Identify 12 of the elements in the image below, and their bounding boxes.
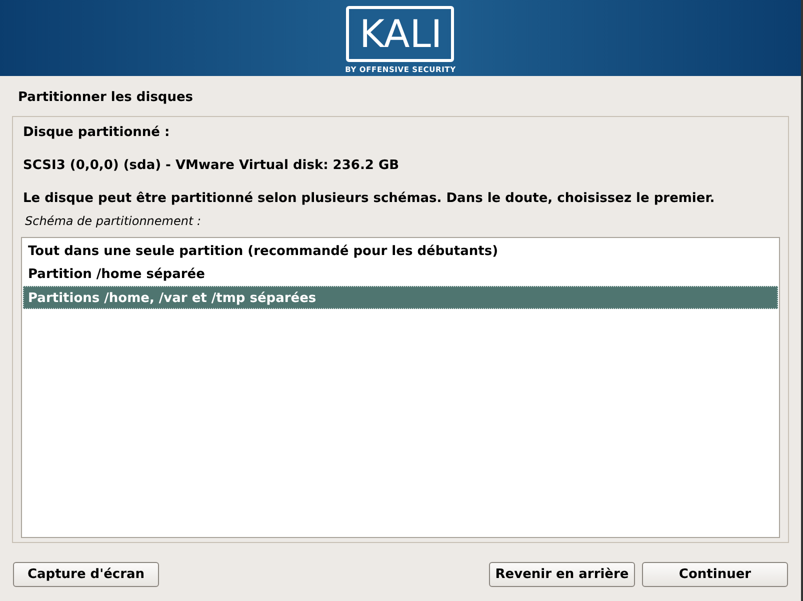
list-label: Schéma de partitionnement : xyxy=(25,212,202,230)
screenshot-button[interactable]: Capture d'écran xyxy=(13,562,159,587)
logo-text: KALI xyxy=(346,6,454,62)
page-title: Partitionner les disques xyxy=(18,89,194,106)
back-button[interactable]: Revenir en arrière xyxy=(489,562,635,587)
partition-option[interactable]: Partition /home séparée xyxy=(23,262,778,286)
description-text: Le disque peut être partitionné selon plusieurs schémas. Dans le doute, choisissez le premier. xyxy=(23,190,716,208)
continue-button[interactable]: Continuer xyxy=(642,562,788,587)
disk-label: Disque partitionné : xyxy=(23,124,171,142)
partition-option[interactable]: Partitions /home, /var et /tmp séparées xyxy=(23,286,778,308)
disk-info: SCSI3 (0,0,0) (sda) - VMware Virtual disk: 236.2 GB xyxy=(23,156,400,174)
partition-option[interactable]: Tout dans une seule partition (recommandé pour les débutants) xyxy=(23,240,778,262)
